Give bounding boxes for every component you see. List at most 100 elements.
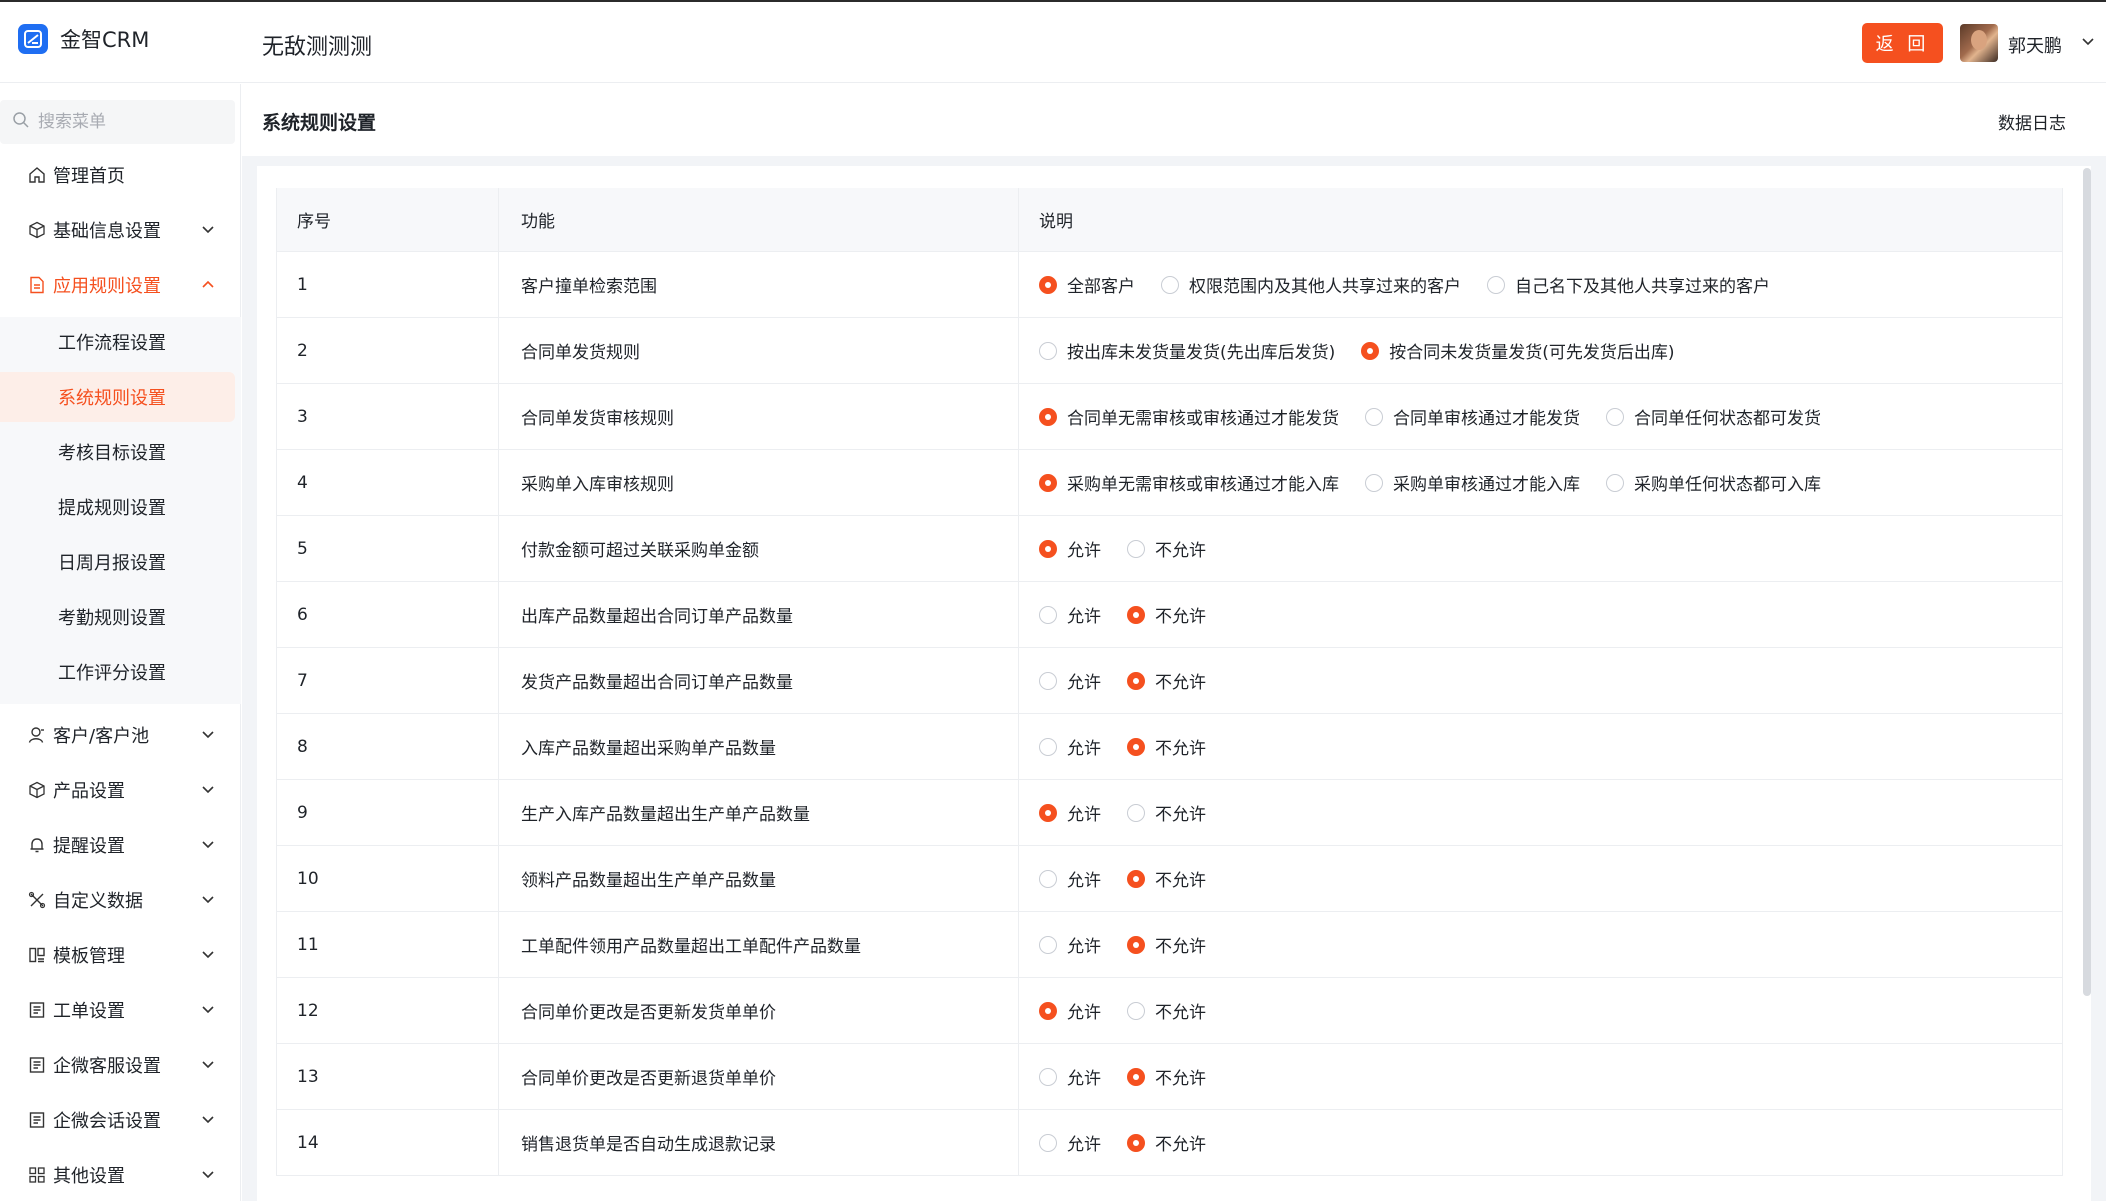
- sidebar-item-wecom-service[interactable]: 企微客服设置: [0, 1040, 235, 1090]
- app-logo[interactable]: 金智CRM: [18, 24, 149, 54]
- radio-checked-icon[interactable]: [1127, 671, 1145, 690]
- sidebar-item-templates[interactable]: 模板管理: [0, 930, 235, 980]
- radio-unchecked-icon[interactable]: [1039, 869, 1057, 888]
- sidebar-item-home[interactable]: 管理首页: [0, 150, 235, 200]
- radio-unchecked-icon[interactable]: [1039, 671, 1057, 690]
- radio-checked-icon[interactable]: [1039, 473, 1057, 492]
- radio-checked-icon[interactable]: [1127, 1133, 1145, 1152]
- radio-unchecked-icon[interactable]: [1365, 473, 1383, 492]
- sidebar-item-app-rules[interactable]: 应用规则设置: [0, 260, 235, 310]
- sidebar-subitem-system-rules[interactable]: 系统规则设置: [0, 372, 235, 422]
- avatar[interactable]: [1960, 24, 1998, 62]
- radio-option[interactable]: 不允许: [1127, 800, 1206, 825]
- radio-checked-icon[interactable]: [1127, 605, 1145, 624]
- table-row: 4 采购单入库审核规则 采购单无需审核或审核通过才能入库 采购单审核通过才能入库 采购单…: [276, 450, 2063, 516]
- radio-option[interactable]: 允许: [1039, 866, 1101, 891]
- row-feature: 采购单入库审核规则: [498, 450, 1018, 515]
- user-name[interactable]: 郭天鹏: [2008, 32, 2062, 58]
- radio-option[interactable]: 按出库未发货量发货(先出库后发货): [1039, 338, 1335, 363]
- radio-checked-icon[interactable]: [1039, 1001, 1057, 1020]
- radio-option[interactable]: 不允许: [1127, 668, 1206, 693]
- radio-option[interactable]: 不允许: [1127, 1064, 1206, 1089]
- radio-unchecked-icon[interactable]: [1039, 737, 1057, 756]
- radio-option[interactable]: 采购单审核通过才能入库: [1365, 470, 1580, 495]
- radio-option[interactable]: 允许: [1039, 668, 1101, 693]
- radio-unchecked-icon[interactable]: [1127, 539, 1145, 558]
- radio-option[interactable]: 按合同未发货量发货(可先发货后出库): [1361, 338, 1675, 363]
- radio-option[interactable]: 允许: [1039, 734, 1101, 759]
- sidebar-item-wecom-session[interactable]: 企微会话设置: [0, 1095, 235, 1145]
- radio-unchecked-icon[interactable]: [1365, 407, 1383, 426]
- radio-checked-icon[interactable]: [1127, 935, 1145, 954]
- radio-option[interactable]: 采购单任何状态都可入库: [1606, 470, 1821, 495]
- row-feature: 合同单发货审核规则: [498, 384, 1018, 449]
- sidebar-item-customers[interactable]: 客户/客户池: [0, 710, 235, 760]
- radio-unchecked-icon[interactable]: [1039, 605, 1057, 624]
- radio-unchecked-icon[interactable]: [1039, 935, 1057, 954]
- table-row: 7 发货产品数量超出合同订单产品数量 允许 不允许: [276, 648, 2063, 714]
- sidebar-item-other[interactable]: 其他设置: [0, 1150, 235, 1200]
- radio-checked-icon[interactable]: [1039, 275, 1057, 294]
- radio-option[interactable]: 合同单无需审核或审核通过才能发货: [1039, 404, 1339, 429]
- sidebar-item-products[interactable]: 产品设置: [0, 765, 235, 815]
- radio-option[interactable]: 允许: [1039, 602, 1101, 627]
- radio-option[interactable]: 不允许: [1127, 734, 1206, 759]
- vertical-scrollbar[interactable]: [2083, 168, 2091, 996]
- radio-checked-icon[interactable]: [1039, 539, 1057, 558]
- search-input[interactable]: [38, 112, 228, 132]
- sidebar-subitem-commission[interactable]: 提成规则设置: [0, 482, 235, 532]
- sidebar-item-reminders[interactable]: 提醒设置: [0, 820, 235, 870]
- radio-label: 合同单审核通过才能发货: [1393, 409, 1580, 429]
- radio-checked-icon[interactable]: [1361, 341, 1380, 360]
- radio-option[interactable]: 权限范围内及其他人共享过来的客户: [1161, 272, 1461, 297]
- radio-option[interactable]: 不允许: [1127, 536, 1206, 561]
- radio-checked-icon[interactable]: [1127, 869, 1145, 888]
- radio-label: 不允许: [1155, 1069, 1206, 1089]
- radio-option[interactable]: 允许: [1039, 998, 1101, 1023]
- radio-unchecked-icon[interactable]: [1039, 1067, 1057, 1086]
- sidebar-subitem-assessment[interactable]: 考核目标设置: [0, 427, 235, 477]
- sidebar-subitem-workflow[interactable]: 工作流程设置: [0, 317, 235, 367]
- menu-search[interactable]: [0, 100, 235, 144]
- sidebar-subitem-scoring[interactable]: 工作评分设置: [0, 647, 235, 697]
- radio-option[interactable]: 全部客户: [1039, 272, 1135, 297]
- radio-option[interactable]: 采购单无需审核或审核通过才能入库: [1039, 470, 1339, 495]
- radio-unchecked-icon[interactable]: [1487, 275, 1505, 294]
- radio-option[interactable]: 自己名下及其他人共享过来的客户: [1487, 272, 1770, 297]
- radio-checked-icon[interactable]: [1039, 407, 1057, 426]
- sidebar-subitem-attendance[interactable]: 考勤规则设置: [0, 592, 235, 642]
- radio-option[interactable]: 允许: [1039, 800, 1101, 825]
- cube-icon: [28, 781, 46, 799]
- radio-option[interactable]: 不允许: [1127, 998, 1206, 1023]
- sidebar-item-custom-data[interactable]: 自定义数据: [0, 875, 235, 925]
- row-options: 全部客户 权限范围内及其他人共享过来的客户 自己名下及其他人共享过来的客户: [1018, 252, 2063, 317]
- radio-option[interactable]: 允许: [1039, 1130, 1101, 1155]
- data-log-link[interactable]: 数据日志: [1998, 109, 2066, 134]
- page-title: 系统规则设置: [262, 112, 377, 134]
- chevron-down-icon[interactable]: [2080, 34, 2096, 54]
- sidebar-item-basic-info[interactable]: 基础信息设置: [0, 205, 235, 255]
- radio-option[interactable]: 不允许: [1127, 932, 1206, 957]
- radio-option[interactable]: 不允许: [1127, 866, 1206, 891]
- radio-unchecked-icon[interactable]: [1161, 275, 1179, 294]
- sidebar-subitem-reports[interactable]: 日周月报设置: [0, 537, 235, 587]
- radio-unchecked-icon[interactable]: [1039, 1133, 1057, 1152]
- back-button[interactable]: 返 回: [1862, 23, 1943, 63]
- radio-checked-icon[interactable]: [1127, 737, 1145, 756]
- radio-option[interactable]: 合同单任何状态都可发货: [1606, 404, 1821, 429]
- radio-option[interactable]: 不允许: [1127, 602, 1206, 627]
- radio-option[interactable]: 合同单审核通过才能发货: [1365, 404, 1580, 429]
- radio-option[interactable]: 允许: [1039, 1064, 1101, 1089]
- radio-unchecked-icon[interactable]: [1127, 1001, 1145, 1020]
- radio-checked-icon[interactable]: [1127, 1067, 1145, 1086]
- radio-unchecked-icon[interactable]: [1606, 407, 1624, 426]
- radio-option[interactable]: 允许: [1039, 932, 1101, 957]
- radio-checked-icon[interactable]: [1039, 803, 1057, 822]
- radio-option[interactable]: 允许: [1039, 536, 1101, 561]
- radio-unchecked-icon[interactable]: [1039, 341, 1057, 360]
- radio-option[interactable]: 不允许: [1127, 1130, 1206, 1155]
- sidebar-item-work-orders[interactable]: 工单设置: [0, 985, 235, 1035]
- radio-unchecked-icon[interactable]: [1127, 803, 1145, 822]
- radio-label: 权限范围内及其他人共享过来的客户: [1189, 277, 1461, 297]
- radio-unchecked-icon[interactable]: [1606, 473, 1624, 492]
